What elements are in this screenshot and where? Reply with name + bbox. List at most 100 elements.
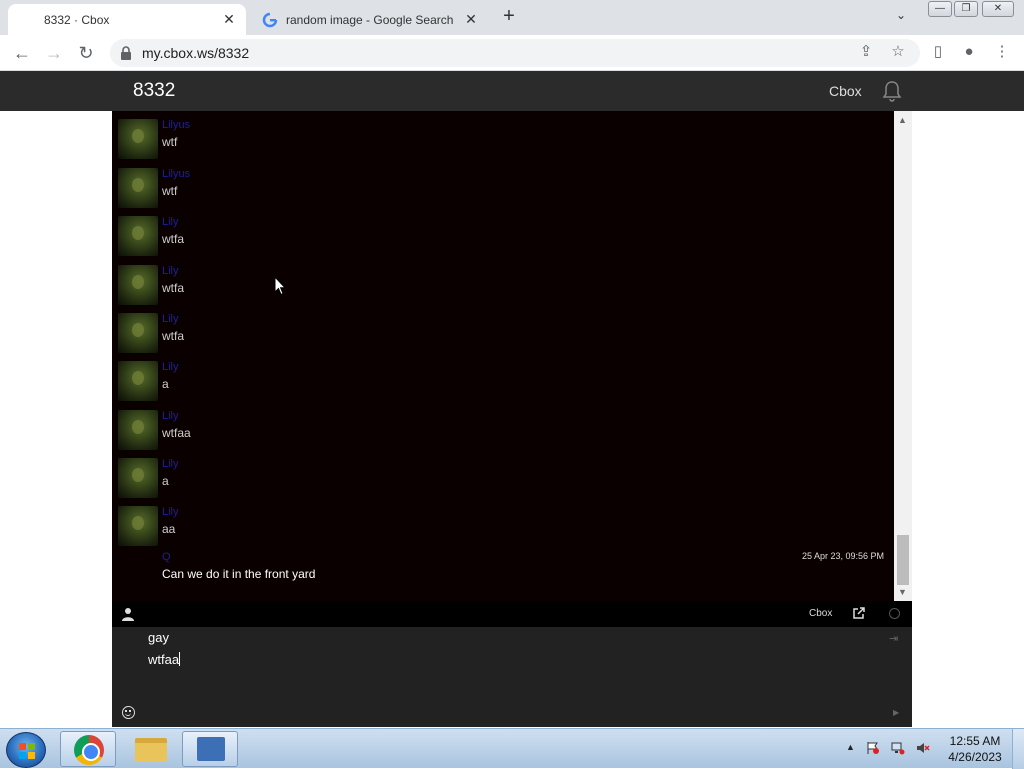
message-username[interactable]: Lily — [162, 361, 179, 373]
address-bar[interactable]: my.cbox.ws/8332 — [110, 39, 920, 67]
chat-message: Lilyus wtf — [112, 113, 894, 161]
tab-strip: 8332 · Cbox ✕ random image - Google Sear… — [0, 0, 1024, 35]
taskbar: ▲ 12:55 AM 4/26/2023 — [0, 728, 1024, 769]
avatar[interactable] — [118, 168, 158, 208]
cbox-brand-link[interactable]: Cbox — [829, 83, 862, 99]
avatar[interactable] — [118, 216, 158, 256]
volume-muted-icon[interactable] — [916, 741, 930, 755]
back-arrow-icon[interactable]: ← — [10, 41, 34, 65]
message-username[interactable]: Lily — [162, 506, 179, 518]
message-text: a — [162, 474, 169, 488]
input-line-text: wtfaa — [148, 652, 180, 667]
tab-cbox[interactable]: 8332 · Cbox ✕ — [8, 4, 246, 35]
message-username[interactable]: Lily — [162, 313, 179, 325]
folder-icon — [135, 738, 167, 762]
bookmark-star-icon[interactable]: ☆ — [887, 41, 909, 63]
tab-google-search[interactable]: random image - Google Search ✕ — [250, 4, 488, 35]
scrollbar-thumb[interactable] — [897, 535, 909, 585]
show-desktop-button[interactable] — [1012, 729, 1024, 769]
submit-arrow-icon[interactable]: ▶ — [893, 708, 899, 717]
forward-arrow-icon[interactable]: → — [42, 41, 66, 65]
message-username[interactable]: Lily — [162, 458, 179, 470]
avatar[interactable] — [118, 265, 158, 305]
message-text: wtfa — [162, 232, 185, 246]
message-text: wtf — [162, 135, 178, 149]
taskbar-clock[interactable]: 12:55 AM 4/26/2023 — [940, 733, 1010, 765]
menu-kebab-icon[interactable]: ⋮ — [991, 41, 1013, 63]
chat-message: Lily aa — [112, 500, 894, 548]
chat-message: Lily a — [112, 355, 894, 403]
message-text: Can we do it in the front yard — [162, 567, 316, 581]
chat-message: Lily wtfa — [112, 210, 894, 258]
close-tab-icon[interactable]: ✕ — [220, 10, 238, 28]
close-tab-icon[interactable]: ✕ — [462, 10, 480, 28]
message-text: aa — [162, 522, 176, 536]
chat-messages: Lilyus wtf Lilyus wtf Lily wtfa Lily wtf… — [112, 111, 894, 601]
message-text: wtfa — [162, 329, 185, 343]
network-tray-icon[interactable] — [891, 741, 905, 755]
lock-icon — [121, 46, 131, 60]
chat-message: Lily wtfa — [112, 259, 894, 307]
mouse-cursor-icon — [274, 276, 286, 296]
tab-title: 8332 · Cbox — [44, 12, 110, 27]
page-title: 8332 — [133, 80, 176, 101]
bell-icon[interactable] — [880, 79, 904, 103]
chrome-icon — [74, 735, 104, 765]
message-username[interactable]: Lilyus — [162, 119, 190, 131]
share-icon[interactable]: ⇪ — [855, 41, 877, 63]
smiley-icon[interactable] — [122, 706, 135, 719]
scroll-up-arrow-icon[interactable]: ▲ — [898, 115, 907, 125]
send-icon[interactable]: ⇥ — [889, 632, 898, 645]
status-indicator-icon — [889, 608, 900, 619]
avatar[interactable] — [118, 313, 158, 353]
chat-status-bar: Cbox — [112, 601, 912, 627]
taskbar-network-button[interactable] — [182, 731, 238, 767]
minimize-button[interactable]: — — [928, 1, 952, 17]
clock-date: 4/26/2023 — [948, 750, 1002, 764]
text-caret — [179, 652, 181, 666]
message-text: wtfa — [162, 281, 185, 295]
google-icon — [262, 12, 278, 27]
message-username[interactable]: Lily — [162, 410, 179, 422]
chat-message: Lily wtfa — [112, 307, 894, 355]
new-tab-button[interactable]: + — [498, 6, 520, 28]
chat-message: Lilyus wtf — [112, 162, 894, 210]
show-hidden-icons-icon[interactable]: ▲ — [846, 742, 855, 752]
browser-toolbar: ← → ↻ my.cbox.ws/8332 ⇪ ☆ ▯ ● ⋮ — [0, 35, 1024, 71]
action-center-icon[interactable] — [866, 741, 880, 755]
avatar[interactable] — [118, 410, 158, 450]
profile-avatar-icon[interactable]: ● — [958, 41, 980, 63]
avatar[interactable] — [118, 361, 158, 401]
message-username[interactable]: Lily — [162, 216, 179, 228]
taskbar-explorer-button[interactable] — [122, 731, 178, 767]
message-text: wtf — [162, 184, 178, 198]
chat-message: Q Can we do it in the front yard 25 Apr … — [112, 549, 894, 597]
user-icon[interactable] — [122, 607, 134, 621]
taskbar-chrome-button[interactable] — [60, 731, 116, 767]
avatar[interactable] — [118, 506, 158, 546]
message-username[interactable]: Lily — [162, 265, 179, 277]
message-username[interactable]: Q — [162, 551, 171, 563]
message-username[interactable]: Lilyus — [162, 168, 190, 180]
avatar[interactable] — [118, 458, 158, 498]
input-line-current: wtfaa — [148, 652, 181, 667]
message-text: a — [162, 377, 169, 391]
restore-button[interactable]: ❐ — [954, 1, 978, 17]
reload-icon[interactable]: ↻ — [74, 41, 98, 65]
cbox-footer-link[interactable]: Cbox — [809, 608, 832, 619]
chat-message: Lily wtfaa — [112, 404, 894, 452]
chat-scrollbar[interactable]: ▲ ▼ — [894, 111, 912, 601]
side-panel-icon[interactable]: ▯ — [927, 41, 949, 63]
scroll-down-arrow-icon[interactable]: ▼ — [898, 587, 907, 597]
start-button[interactable] — [6, 732, 46, 768]
external-link-icon[interactable] — [852, 606, 866, 620]
close-window-button[interactable]: ✕ — [982, 1, 1014, 17]
tab-search-chevron-icon[interactable]: ⌄ — [896, 8, 906, 22]
message-input[interactable]: gay wtfaa ⇥ ▶ — [112, 627, 912, 727]
input-line: gay — [148, 630, 169, 645]
site-header: 8332 Cbox — [0, 71, 1024, 111]
message-text: wtfaa — [162, 426, 191, 440]
windows-logo-icon — [19, 743, 35, 759]
remote-desktop-icon — [197, 737, 225, 761]
avatar[interactable] — [118, 119, 158, 159]
